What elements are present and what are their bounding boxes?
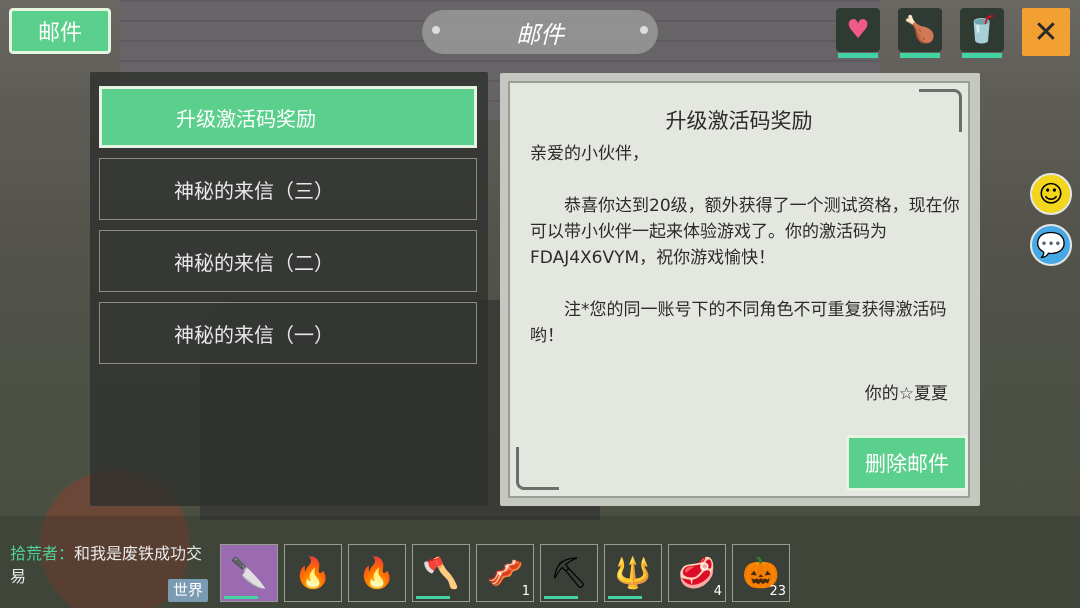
page-title-text: 邮件 xyxy=(516,20,564,49)
letter-body: 亲爱的小伙伴， 恭喜你达到20级，额外获得了一个测试资格，现在你可以带小伙伴一起… xyxy=(530,141,960,349)
chat-sender: 拾荒者： xyxy=(10,544,75,563)
chat-log[interactable]: 拾荒者：和我是废铁成功交易 世界 xyxy=(10,542,210,602)
spear-icon: 🔱 xyxy=(614,555,652,591)
letter-paragraph: 恭喜你达到20级，额外获得了一个测试资格，现在你可以带小伙伴一起来体验游戏了。你… xyxy=(530,196,960,268)
campfire-icon: 🔥 xyxy=(358,555,396,591)
steak-icon: 🥩 xyxy=(678,555,716,591)
letter-paper: 升级激活码奖励 亲爱的小伙伴， 恭喜你达到20级，额外获得了一个测试资格，现在你… xyxy=(508,81,970,498)
letter-note: 注*您的同一账号下的不同角色不可重复获得激活码哟！ xyxy=(530,300,947,346)
thirst-stat: 🥤 xyxy=(960,8,1004,58)
knife-icon: 🔪 xyxy=(230,555,268,591)
hotbar-slot[interactable]: 🪓 xyxy=(412,544,470,602)
chat-bubble-icon: 💬 xyxy=(1036,231,1066,259)
hunger-stat: 🍗 xyxy=(898,8,942,58)
chat-channel-badge[interactable]: 世界 xyxy=(167,579,208,602)
pickaxe-icon: ⛏ xyxy=(549,555,589,591)
chat-button[interactable]: 💬 xyxy=(1030,224,1072,266)
hotbar-slot[interactable]: ⛏ xyxy=(540,544,598,602)
water-cup-icon: 🥤 xyxy=(965,15,999,45)
campfire-icon: 🔥 xyxy=(294,555,332,591)
item-count: 1 xyxy=(521,584,530,599)
health-stat: ♥ xyxy=(836,8,880,58)
title-right-dot xyxy=(640,26,648,34)
smiley-icon: ☺ xyxy=(1038,180,1064,208)
delete-mail-button[interactable]: 删除邮件 xyxy=(846,435,968,491)
corner-ornament xyxy=(516,447,559,490)
health-bar xyxy=(838,53,878,58)
hotbar-slot[interactable]: 🔥 xyxy=(348,544,406,602)
mail-item-mystery-3[interactable]: 神秘的来信（三） xyxy=(99,158,477,220)
hotbar-slot[interactable]: 🔥 xyxy=(284,544,342,602)
page-title: 邮件 xyxy=(422,10,658,54)
axe-icon: 🪓 xyxy=(422,555,460,591)
title-left-dot xyxy=(432,26,440,34)
hotbar-slot[interactable]: 🥓 1 xyxy=(476,544,534,602)
durability-bar xyxy=(416,596,450,599)
letter-title: 升级激活码奖励 xyxy=(665,109,813,133)
durability-bar xyxy=(544,596,578,599)
mail-item-label: 神秘的来信（二） xyxy=(174,250,334,275)
hotbar-slot[interactable]: 🎃 23 xyxy=(732,544,790,602)
top-bar: 邮件 邮件 ♥ 🍗 🥤 ✕ xyxy=(0,0,1080,62)
durability-bar xyxy=(608,596,642,599)
meat-icon: 🍗 xyxy=(903,15,937,45)
heart-icon: ♥ xyxy=(846,15,870,45)
mail-item-label: 神秘的来信（三） xyxy=(174,178,334,203)
item-count: 23 xyxy=(769,584,786,599)
mail-item-label: 升级激活码奖励 xyxy=(176,106,316,131)
letter-panel: 升级激活码奖励 亲爱的小伙伴， 恭喜你达到20级，额外获得了一个测试资格，现在你… xyxy=(500,73,980,506)
mail-item-mystery-1[interactable]: 神秘的来信（一） xyxy=(99,302,477,364)
mail-tab-button[interactable]: 邮件 xyxy=(9,8,111,54)
hotbar-slot[interactable]: 🥩 4 xyxy=(668,544,726,602)
durability-bar xyxy=(224,596,258,599)
hotbar-slot[interactable]: 🔪 xyxy=(220,544,278,602)
thirst-bar xyxy=(962,53,1002,58)
bottom-bar: 拾荒者：和我是废铁成功交易 世界 🔪 🔥 🔥 🪓 🥓 1 ⛏ 🔱 🥩 4 🎃 2… xyxy=(0,516,1080,608)
close-icon: ✕ xyxy=(1033,14,1059,50)
mail-item-mystery-2[interactable]: 神秘的来信（二） xyxy=(99,230,477,292)
item-count: 4 xyxy=(713,584,722,599)
letter-signature: 你的☆夏夏 xyxy=(864,384,948,404)
hotbar-slot[interactable]: 🔱 xyxy=(604,544,662,602)
close-button[interactable]: ✕ xyxy=(1022,8,1070,56)
raw-meat-icon: 🥓 xyxy=(486,555,524,591)
letter-greeting: 亲爱的小伙伴， xyxy=(530,144,649,164)
mail-list-panel: 升级激活码奖励 神秘的来信（三） 神秘的来信（二） 神秘的来信（一） xyxy=(90,72,488,506)
hunger-bar xyxy=(900,53,940,58)
emoji-button[interactable]: ☺ xyxy=(1030,173,1072,215)
mail-item-upgrade-reward[interactable]: 升级激活码奖励 xyxy=(99,86,477,148)
mail-item-label: 神秘的来信（一） xyxy=(174,322,334,347)
